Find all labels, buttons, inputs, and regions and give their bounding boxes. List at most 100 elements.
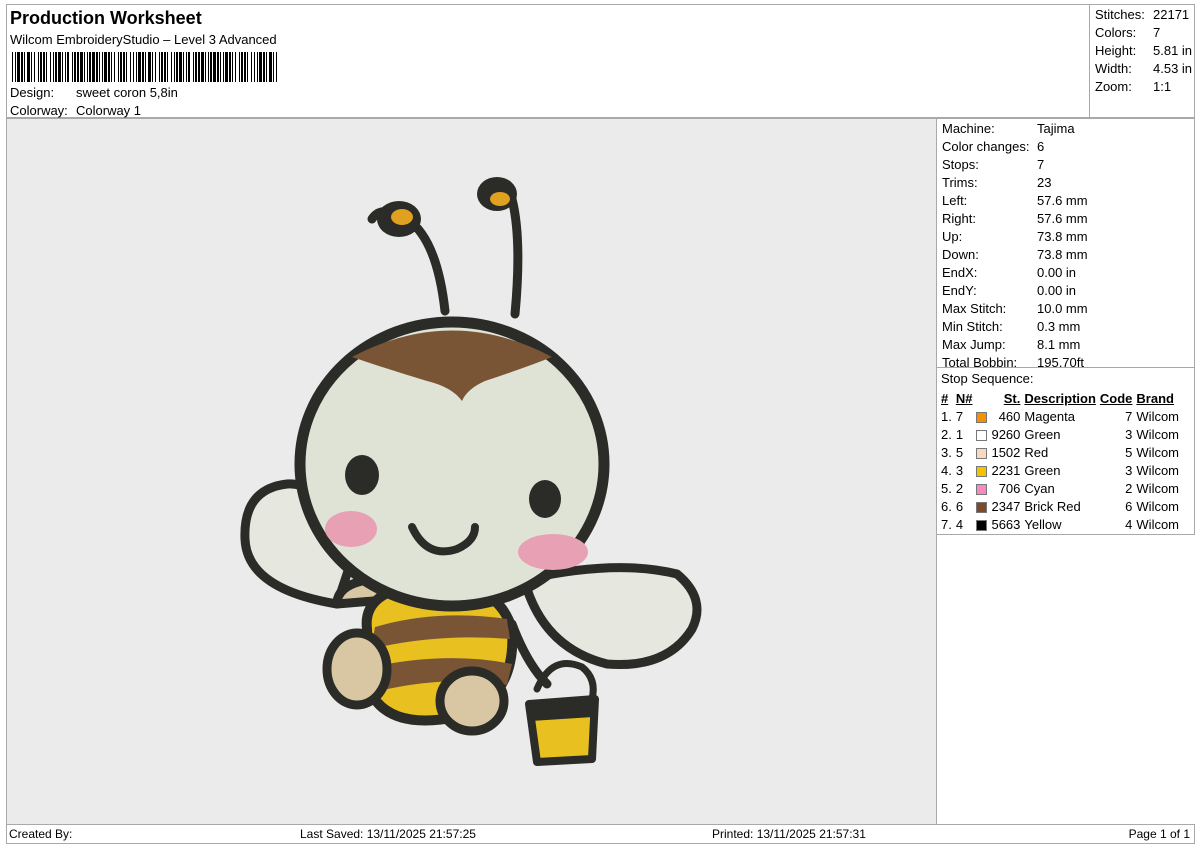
- color-swatch: [976, 429, 988, 441]
- barcode-bar: [208, 52, 209, 82]
- barcode-bar: [159, 52, 160, 82]
- barcode-bar: [167, 52, 168, 82]
- info-row: Left: 57.6 mm: [942, 193, 1088, 208]
- colorway-row: Colorway: Colorway 1: [10, 103, 141, 118]
- bee-embroidery-image: [240, 177, 702, 766]
- row-description: Green: [1024, 426, 1061, 442]
- barcode-bar: [50, 52, 51, 82]
- barcode-bar: [62, 52, 63, 82]
- barcode-bar: [15, 52, 16, 82]
- info-value: 0.00 in: [1037, 283, 1077, 298]
- barcode-bar: [67, 52, 69, 82]
- row-brand: Wilcom: [1136, 516, 1180, 532]
- info-value: 73.8 mm: [1037, 247, 1088, 262]
- table-row: 2. 1 9260 Green 3 Wilcom: [939, 425, 1181, 443]
- info-label: Down:: [942, 247, 979, 262]
- stat-value: 1:1: [1153, 79, 1172, 94]
- info-row: Down: 73.8 mm: [942, 247, 1088, 262]
- barcode-bar: [40, 52, 42, 82]
- barcode-bar: [152, 52, 153, 82]
- info-value: 0.00 in: [1037, 265, 1077, 280]
- barcode-bar: [27, 52, 30, 82]
- info-row: Machine: Tajima: [942, 121, 1075, 136]
- created-by: Created By:: [9, 827, 73, 841]
- barcode-bar: [99, 52, 100, 82]
- row-description: Brick Red: [1024, 498, 1081, 514]
- info-label: Up:: [942, 229, 963, 244]
- stat-value: 4.53 in: [1153, 61, 1193, 76]
- barcode-bar: [188, 52, 190, 82]
- barcode-bar: [55, 52, 57, 82]
- barcode-bar: [92, 52, 95, 82]
- col-description: Description: [1024, 390, 1096, 406]
- barcode-bar: [195, 52, 197, 82]
- info-label: Stops:: [942, 157, 979, 172]
- row-brand: Wilcom: [1136, 462, 1180, 478]
- col-needle: N#: [955, 390, 973, 406]
- barcode-bar: [244, 52, 246, 82]
- barcode: [12, 52, 277, 82]
- barcode-bar: [205, 52, 206, 82]
- design-label: Design:: [10, 85, 55, 100]
- barcode-bar: [43, 52, 45, 82]
- barcode-bar: [80, 52, 83, 82]
- color-swatch: [976, 465, 988, 477]
- barcode-bar: [201, 52, 204, 82]
- stat-value: 22171: [1153, 7, 1190, 22]
- row-stitches: 460: [998, 408, 1021, 424]
- info-label: Trims:: [942, 175, 978, 190]
- stop-sequence-panel: Stop Sequence: # N# St. Description Code…: [936, 367, 1195, 535]
- software-name: Wilcom EmbroideryStudio – Level 3 Advanc…: [10, 32, 277, 47]
- barcode-bar: [186, 52, 187, 82]
- table-row: 5. 2 706 Cyan 2 Wilcom: [939, 479, 1181, 497]
- barcode-bar: [114, 52, 115, 82]
- swatch-cell: [974, 461, 989, 479]
- barcode-bar: [266, 52, 267, 82]
- barcode-bar: [220, 52, 221, 82]
- info-row: Max Jump: 8.1 mm: [942, 337, 1080, 352]
- row-brand: Wilcom: [1136, 426, 1180, 442]
- info-label: EndY:: [942, 283, 977, 298]
- design-value: sweet coron 5,8in: [76, 85, 178, 100]
- barcode-bar: [174, 52, 175, 82]
- stat-label: Colors:: [1095, 25, 1137, 40]
- barcode-bar: [193, 52, 194, 82]
- row-code: 2: [1125, 480, 1133, 496]
- barcode-bar: [269, 52, 272, 82]
- barcode-bar: [171, 52, 172, 82]
- col-code: Code: [1099, 390, 1133, 406]
- barcode-bar: [12, 52, 13, 82]
- barcode-bar: [111, 52, 112, 82]
- page-number: Page 1 of 1: [1128, 827, 1190, 841]
- stat-width: Width: 4.53 in: [1095, 61, 1192, 76]
- barcode-bar: [38, 52, 39, 82]
- row-brand: Wilcom: [1136, 444, 1180, 460]
- barcode-bar: [136, 52, 137, 82]
- row-index: 3.: [941, 444, 952, 460]
- barcode-bar: [273, 52, 274, 82]
- swatch-cell: [974, 497, 989, 515]
- swatch-cell: [974, 425, 989, 443]
- stat-stitches: Stitches: 22171: [1095, 7, 1189, 22]
- last-saved: Last Saved: 13/11/2025 21:57:25: [300, 827, 476, 841]
- row-index: 5.: [941, 480, 952, 496]
- barcode-bar: [89, 52, 91, 82]
- info-row: Max Stitch: 10.0 mm: [942, 301, 1088, 316]
- barcode-bar: [87, 52, 88, 82]
- barcode-bar: [72, 52, 73, 82]
- row-index: 1.: [941, 408, 952, 424]
- swatch-cell: [974, 515, 989, 533]
- barcode-bar: [138, 52, 141, 82]
- worksheet-footer: Created By: Last Saved: 13/11/2025 21:57…: [6, 824, 1195, 844]
- row-needle: 2: [955, 480, 964, 496]
- color-swatch: [976, 483, 988, 495]
- barcode-bar: [84, 52, 85, 82]
- stat-height: Height: 5.81 in: [1095, 43, 1192, 58]
- barcode-bar: [232, 52, 233, 82]
- barcode-bar: [259, 52, 262, 82]
- info-label: Right:: [942, 211, 976, 226]
- row-code: 6: [1125, 498, 1133, 514]
- table-header-row: # N# St. Description Code Brand: [939, 389, 1181, 407]
- row-code: 5: [1125, 444, 1133, 460]
- info-row: Right: 57.6 mm: [942, 211, 1088, 226]
